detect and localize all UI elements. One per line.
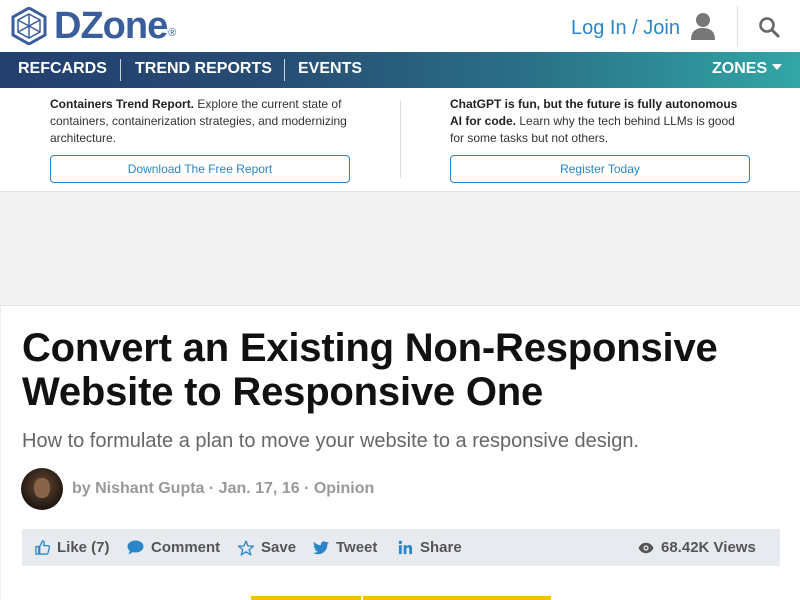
chevron-down-icon [772, 64, 783, 70]
like-label: Like (7) [57, 539, 110, 556]
avatar-face [34, 478, 50, 498]
yellow-tab-accent[interactable] [251, 596, 361, 600]
dzone-logo[interactable]: DZone ® [10, 6, 176, 46]
article-title: Convert an Existing Non-Responsive Websi… [22, 326, 718, 414]
view-count: 68.42K Views [638, 529, 756, 566]
article-byline[interactable]: by Nishant Gupta · Jan. 17, 16 · Opinion [72, 479, 374, 499]
star-icon [238, 539, 254, 556]
share-button[interactable]: Share [398, 529, 462, 566]
thumbs-up-icon [35, 540, 50, 555]
article-subtitle: How to formulate a plan to move your web… [22, 430, 639, 452]
promo-text-containers: Containers Trend Report. Explore the cur… [50, 96, 350, 147]
nav-trend-reports[interactable]: TREND REPORTS [135, 52, 272, 88]
comment-label: Comment [151, 539, 221, 556]
login-join-link[interactable]: Log In / Join [571, 16, 680, 40]
search-icon[interactable] [758, 16, 780, 38]
ad-placeholder [0, 192, 800, 306]
like-button[interactable]: Like (7) [35, 529, 110, 566]
download-report-button[interactable]: Download The Free Report [50, 155, 350, 183]
linkedin-icon [398, 540, 413, 555]
twitter-icon [313, 540, 329, 554]
views-label: 68.42K Views [661, 539, 756, 556]
logo-wordmark: DZone [54, 5, 168, 47]
nav-separator [120, 59, 121, 81]
tweet-button[interactable]: Tweet [313, 529, 377, 566]
nav-events[interactable]: EVENTS [298, 52, 362, 88]
nav-separator [284, 59, 285, 81]
registered-mark: ® [168, 27, 177, 39]
promo-banner: Containers Trend Report. Explore the cur… [0, 88, 800, 192]
promo-heading: Containers Trend Report. [50, 97, 195, 111]
comment-icon [127, 540, 144, 555]
header-divider [737, 6, 738, 46]
comment-button[interactable]: Comment [127, 529, 220, 566]
article-header: Convert an Existing Non-Responsive Websi… [0, 306, 800, 600]
nav-zones-label: ZONES [712, 60, 768, 77]
author-avatar[interactable] [21, 468, 63, 510]
save-button[interactable]: Save [238, 529, 296, 566]
nav-refcards[interactable]: REFCARDS [18, 52, 107, 88]
save-label: Save [261, 539, 297, 556]
yellow-tab-accent[interactable] [363, 596, 551, 600]
nav-zones-dropdown[interactable]: ZONES [712, 52, 783, 88]
user-icon[interactable] [690, 12, 716, 40]
eye-icon [638, 542, 654, 553]
main-nav: REFCARDS TREND REPORTS EVENTS ZONES [0, 52, 800, 88]
promo-text-chatgpt: ChatGPT is fun, but the future is fully … [450, 96, 750, 147]
article-action-bar: Like (7) Comment Save Tweet Share 68.42K… [22, 529, 780, 566]
tweet-label: Tweet [336, 539, 378, 556]
dzone-logo-mark-icon [11, 7, 47, 45]
register-today-button[interactable]: Register Today [450, 155, 750, 183]
share-label: Share [420, 539, 462, 556]
promo-divider [400, 100, 401, 178]
site-header: DZone ® Log In / Join [0, 0, 800, 52]
